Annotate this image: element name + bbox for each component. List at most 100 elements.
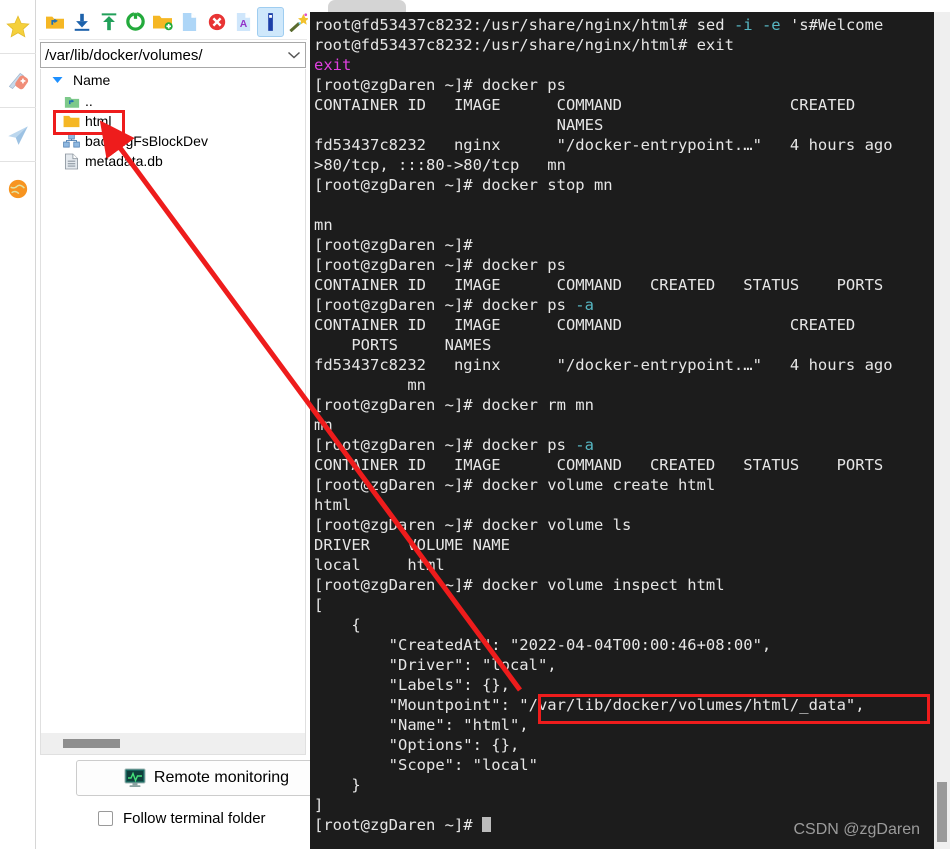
terminal-text: "Scope": "local" [314,756,538,774]
terminal-text: CONTAINER ID IMAGE COMMAND CREATED STATU… [314,456,884,474]
terminal-lines: root@fd53437c8232:/usr/share/nginx/html#… [314,15,934,835]
rename-icon[interactable]: A [230,7,257,37]
terminal-text: >80/tcp, :::80->80/tcp mn [314,156,566,174]
terminal-text: [root@zgDaren ~]# [314,816,482,834]
svg-text:A: A [240,19,248,30]
tools-knife-icon[interactable] [0,54,36,108]
refresh-icon[interactable] [122,7,149,37]
terminal-line: [ [314,595,934,615]
terminal-line: "Labels": {}, [314,675,934,695]
edit-file-icon[interactable] [257,6,284,37]
send-paperplane-icon[interactable] [0,108,36,162]
terminal-line: "Mountpoint": "/var/lib/docker/volumes/h… [314,695,934,715]
terminal-text: "Options": {}, [314,736,520,754]
terminal-line: CONTAINER ID IMAGE COMMAND CREATED [314,315,934,335]
path-combobox[interactable]: /var/lib/docker/volumes/ [40,42,306,68]
terminal-text: NAMES [314,116,604,134]
terminal-text: 's#Welcome [780,16,884,34]
terminal-text: "Name": "html", [314,716,529,734]
sort-descending-icon[interactable] [51,74,63,86]
terminal-text: "Driver": "local", [314,656,557,674]
terminal-line: [root@zgDaren ~]# docker ps -a [314,295,934,315]
terminal-line: [root@zgDaren ~]# docker ps [314,75,934,95]
terminal-line: fd53437c8232 nginx "/docker-entrypoint.…… [314,135,934,155]
chevron-down-icon[interactable] [283,43,305,67]
new-folder-icon[interactable] [149,7,176,37]
terminal-text: [root@zgDaren ~]# [314,236,473,254]
list-item[interactable]: html [41,111,305,131]
terminal-text: mn [314,376,426,394]
terminal-line: "Name": "html", [314,715,934,735]
terminal-text: root@fd53437c8232:/usr/share/nginx/html#… [314,16,734,34]
terminal-line: CONTAINER ID IMAGE COMMAND CREATED [314,95,934,115]
terminal-text: CONTAINER ID IMAGE COMMAND CREATED STATU… [314,276,884,294]
scrollbar-thumb[interactable] [937,782,947,842]
favorites-star-icon[interactable] [0,0,36,54]
terminal-text: DRIVER VOLUME NAME [314,536,510,554]
terminal-line: root@fd53437c8232:/usr/share/nginx/html#… [314,15,934,35]
file-tree[interactable]: Name .. html backingFsBlockDev metadata.… [40,69,306,733]
terminal-line: fd53437c8232 nginx "/docker-entrypoint.…… [314,355,934,375]
terminal-text: "CreatedAt": "2022-04-04T00:00:46+08:00"… [314,636,772,654]
terminal-vertical-scrollbar[interactable] [934,12,950,849]
new-file-icon[interactable] [176,7,203,37]
go-up-folder-icon[interactable] [41,7,68,37]
terminal-text: CONTAINER ID IMAGE COMMAND CREATED [314,96,856,114]
terminal-text: mn [314,416,333,434]
terminal-output[interactable]: root@fd53437c8232:/usr/share/nginx/html#… [310,12,934,849]
terminal-line: >80/tcp, :::80->80/tcp mn [314,155,934,175]
terminal-line: { [314,615,934,635]
list-item[interactable]: metadata.db [41,151,305,171]
upload-icon[interactable] [95,7,122,37]
download-icon[interactable] [68,7,95,37]
scrollbar-thumb[interactable] [63,739,120,748]
file-tree-horizontal-scrollbar[interactable] [40,733,306,755]
list-item[interactable]: backingFsBlockDev [41,131,305,151]
terminal-text: fd53437c8232 nginx "/docker-entrypoint.…… [314,356,893,374]
file-tree-header[interactable]: Name [41,69,305,91]
terminal-text: [ [314,596,324,614]
parent-folder-icon [63,93,80,110]
terminal-text: -a [575,296,594,314]
terminal-panel: root@fd53437c8232:/usr/share/nginx/html#… [310,0,950,849]
terminal-text: [root@zgDaren ~]# docker ps [314,436,576,454]
terminal-line: [root@zgDaren ~]# docker ps -a [314,435,934,455]
file-name: .. [85,93,93,109]
terminal-line: PORTS NAMES [314,335,934,355]
terminal-text: [root@zgDaren ~]# docker volume ls [314,516,632,534]
terminal-line: CONTAINER ID IMAGE COMMAND CREATED STATU… [314,275,934,295]
terminal-line: "Options": {}, [314,735,934,755]
terminal-line: "CreatedAt": "2022-04-04T00:00:46+08:00"… [314,635,934,655]
terminal-text: root@fd53437c8232:/usr/share/nginx/html#… [314,36,734,54]
list-item[interactable]: .. [41,91,305,111]
follow-terminal-folder-checkbox[interactable] [98,811,113,826]
terminal-line: local html [314,555,934,575]
terminal-text: CONTAINER ID IMAGE COMMAND CREATED [314,316,856,334]
terminal-text: } [314,776,361,794]
application-window: A /var/lib/docker/volumes/ Name .. html … [0,0,950,849]
terminal-line: "Scope": "local" [314,755,934,775]
terminal-text: PORTS NAMES [314,336,492,354]
terminal-text: { [314,616,361,634]
delete-icon[interactable] [203,7,230,37]
terminal-text: local html [314,556,445,574]
follow-terminal-folder-row[interactable]: Follow terminal folder [98,810,266,827]
terminal-text: mn [314,216,333,234]
terminal-text: -a [575,436,594,454]
remote-monitoring-button[interactable]: Remote monitoring [76,760,337,796]
file-browser-panel: A /var/lib/docker/volumes/ Name .. html … [36,0,337,849]
globe-icon[interactable] [0,162,36,216]
terminal-text: -e [761,16,781,34]
magic-wand-icon[interactable] [284,7,311,37]
file-name: metadata.db [85,153,163,169]
terminal-line: [root@zgDaren ~]# docker ps [314,255,934,275]
terminal-text: [root@zgDaren ~]# docker ps [314,296,576,314]
terminal-text: html [314,496,352,514]
terminal-text: "Mountpoint": "/var/lib/docker/volumes/h… [314,696,865,714]
file-toolbar: A [39,4,308,40]
terminal-text: [root@zgDaren ~]# docker stop mn [314,176,613,194]
path-input[interactable]: /var/lib/docker/volumes/ [41,47,283,64]
terminal-line: [root@zgDaren ~]# docker volume create h… [314,475,934,495]
file-name: html [85,113,112,129]
